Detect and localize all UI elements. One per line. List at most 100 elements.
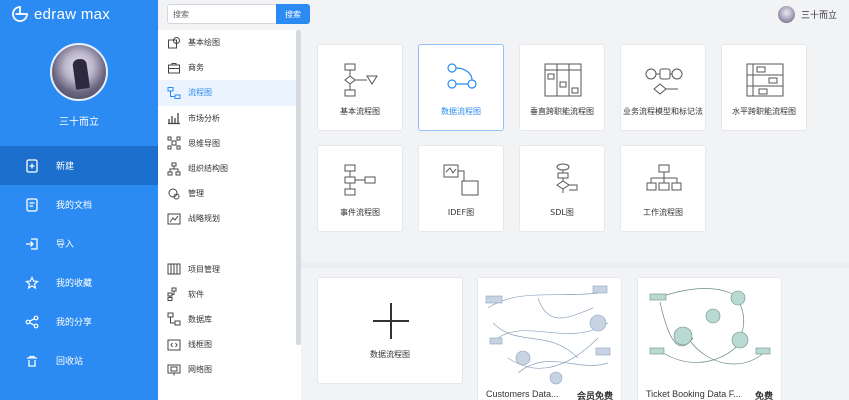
left-sidebar: edraw max 三十而立 新建我的文档导入我的收藏我的分享回收站	[0, 0, 158, 400]
category-label: 网络图	[188, 365, 212, 375]
category-spacer	[158, 232, 301, 257]
diagram-type-label: IDEF图	[447, 208, 475, 217]
template-title: Customers Data...	[486, 389, 559, 399]
new-blank-diagram-card[interactable]: 数据流程图	[317, 277, 463, 384]
diagram-type-label: 水平跨职能流程图	[732, 107, 796, 116]
category-item[interactable]: 流程图	[158, 80, 301, 106]
diagram-type-tile[interactable]: 事件流程图	[317, 145, 403, 232]
sidebar-item-label: 回收站	[56, 357, 84, 367]
category-label: 组织结构图	[188, 164, 228, 174]
sidebar-item-label: 导入	[56, 240, 75, 250]
template-thumbnail	[638, 278, 781, 386]
category-label: 流程图	[188, 88, 212, 98]
category-label: 线框图	[188, 340, 212, 350]
sidebar-item-label: 我的收藏	[56, 279, 93, 289]
new-blank-label: 数据流程图	[370, 350, 410, 359]
project-icon	[167, 262, 181, 276]
template-thumbnail	[478, 278, 621, 386]
category-label: 软件	[188, 289, 204, 299]
avatar[interactable]	[50, 43, 108, 101]
category-label: 基本绘图	[188, 38, 220, 48]
sidebar-item-label: 我的分享	[56, 318, 93, 328]
top-user-name: 三十而立	[800, 10, 837, 21]
database-icon	[167, 312, 181, 326]
edraw-app: edraw max 三十而立 新建我的文档导入我的收藏我的分享回收站 搜索 三十…	[0, 0, 849, 400]
sidebar-item-import[interactable]: 导入	[0, 224, 158, 263]
import-icon	[25, 237, 39, 251]
diagram-type-tile[interactable]: IDEF图	[418, 145, 504, 232]
category-item[interactable]: 组织结构图	[158, 156, 301, 181]
user-avatar[interactable]	[777, 5, 795, 23]
category-item[interactable]: 市场分析	[158, 106, 301, 131]
category-label: 思维导图	[188, 138, 220, 148]
star-icon	[25, 275, 39, 290]
app-name: edraw max	[34, 5, 111, 23]
diagram-type-tile[interactable]: 业务流程模型和标记法	[620, 44, 706, 131]
sidebar-item-recycle-bin[interactable]: 回收站	[0, 341, 158, 380]
category-item[interactable]: 基本绘图	[158, 30, 301, 55]
diagram-type-tile[interactable]: 垂直跨职能流程图	[519, 44, 605, 131]
diagram-type-label: 业务流程模型和标记法	[623, 107, 703, 116]
management-icon	[167, 187, 181, 201]
diagram-type-tile[interactable]: 水平跨职能流程图	[721, 44, 807, 131]
category-label: 管理	[188, 189, 204, 199]
category-panel: 基本绘图商务流程图市场分析思维导图组织结构图管理战略规划项目管理软件数据库线框图…	[158, 30, 301, 400]
top-user-menu[interactable]: 三十而立	[777, 5, 837, 23]
user-name: 三十而立	[59, 117, 99, 128]
category-item[interactable]: 商务	[158, 55, 301, 80]
network-icon	[167, 363, 181, 377]
diagram-type-label: 工作流程图	[643, 208, 683, 217]
bar-chart-icon	[167, 111, 181, 125]
strategy-icon	[167, 212, 181, 226]
category-list: 基本绘图商务流程图市场分析思维导图组织结构图管理战略规划项目管理软件数据库线框图…	[158, 30, 301, 382]
template-badge: 免费	[754, 392, 773, 400]
category-item[interactable]: 战略规划	[158, 206, 301, 231]
basic-shapes-icon	[167, 36, 181, 50]
recycle-bin-icon	[25, 354, 39, 368]
mindmap-icon	[167, 136, 181, 150]
diagram-type-tile[interactable]: 基本流程图	[317, 44, 403, 131]
search-button[interactable]: 搜索	[276, 4, 310, 24]
category-item[interactable]: 项目管理	[158, 257, 301, 282]
diagram-type-label: 事件流程图	[340, 208, 380, 217]
sidebar-item-share[interactable]: 我的分享	[0, 302, 158, 341]
template-badge: 会员免费	[576, 392, 613, 400]
main-content: 基本流程图 数据流程图 垂直跨职能流程图 业务流程模型和标记法 水平跨职能流程图 事件流程…	[301, 30, 849, 400]
diagram-type-label: 垂直跨职能流程图	[530, 107, 594, 116]
sidebar-item-new-file[interactable]: 新建	[0, 146, 158, 185]
category-label: 商务	[188, 63, 204, 73]
category-item[interactable]: 网络图	[158, 357, 301, 382]
plus-icon	[373, 303, 409, 339]
flowchart-icon	[167, 86, 181, 100]
share-icon	[25, 315, 39, 329]
diagram-type-label: SDL图	[550, 208, 574, 217]
sidebar-nav: 新建我的文档导入我的收藏我的分享回收站	[0, 146, 158, 380]
wireframe-icon	[167, 338, 181, 352]
search-input[interactable]	[167, 4, 276, 24]
sidebar-item-document[interactable]: 我的文档	[0, 185, 158, 224]
template-card[interactable]: Ticket Booking Data F... 免费	[637, 277, 782, 400]
category-label: 市场分析	[188, 113, 220, 123]
app-logo[interactable]: edraw max	[12, 5, 110, 23]
diagram-type-tile[interactable]: 工作流程图	[620, 145, 706, 232]
category-item[interactable]: 管理	[158, 181, 301, 206]
briefcase-icon	[167, 61, 181, 75]
category-label: 数据库	[188, 314, 212, 324]
category-item[interactable]: 线框图	[158, 332, 301, 357]
diagram-type-label: 数据流程图	[441, 107, 481, 116]
new-file-icon	[25, 158, 39, 173]
sidebar-item-label: 我的文档	[56, 201, 93, 211]
sidebar-item-label: 新建	[56, 162, 75, 172]
diagram-type-tile[interactable]: 数据流程图	[418, 44, 504, 131]
diagram-type-label: 基本流程图	[340, 107, 380, 116]
category-item[interactable]: 软件	[158, 282, 301, 307]
search-bar: 搜索	[167, 4, 310, 24]
diagram-type-tile[interactable]: SDL图	[519, 145, 605, 232]
sidebar-item-star[interactable]: 我的收藏	[0, 263, 158, 302]
document-icon	[25, 197, 39, 212]
edraw-logo-icon	[12, 6, 28, 22]
category-item[interactable]: 数据库	[158, 307, 301, 332]
category-item[interactable]: 思维导图	[158, 131, 301, 156]
template-card[interactable]: Customers Data... 会员免费	[477, 277, 622, 400]
org-chart-icon	[167, 162, 181, 176]
